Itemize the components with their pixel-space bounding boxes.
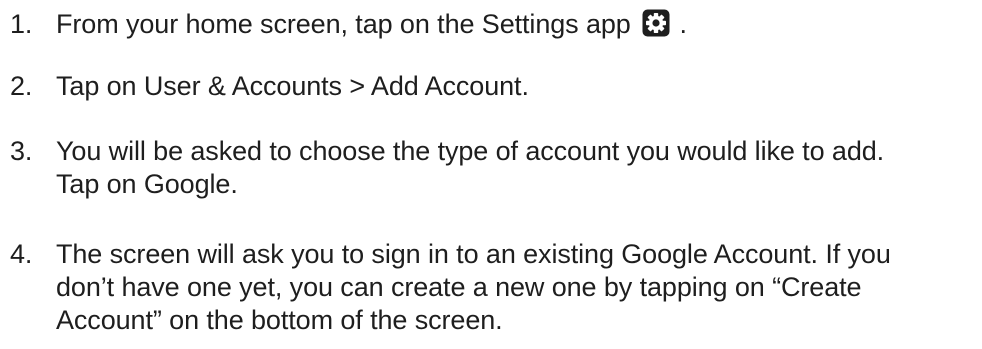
step-text-line-2: Tap on Google.: [56, 169, 238, 199]
step-text-line-2: don’t have one yet, you can create a new…: [56, 272, 862, 302]
step-text: From your home screen, tap on the Settin…: [56, 8, 982, 41]
step-number: 3.: [10, 136, 33, 166]
step-text: You will be asked to choose the type of …: [56, 135, 982, 201]
step-text-line-1: The screen will ask you to sign in to an…: [56, 239, 891, 269]
step-number: 4.: [10, 239, 33, 269]
step-number: 2.: [10, 71, 33, 101]
step-text-before-icon: From your home screen, tap on the Settin…: [56, 9, 631, 39]
step-text: Tap on User & Accounts > Add Account.: [56, 71, 529, 101]
step-text-line-1: You will be asked to choose the type of …: [56, 136, 885, 166]
settings-gear-icon: [642, 9, 670, 37]
step-text: The screen will ask you to sign in to an…: [56, 238, 982, 337]
step-text-line-3: Account” on the bottom of the screen.: [56, 305, 503, 335]
step-text-after-icon: .: [679, 9, 688, 39]
step-number: 1.: [10, 9, 33, 39]
